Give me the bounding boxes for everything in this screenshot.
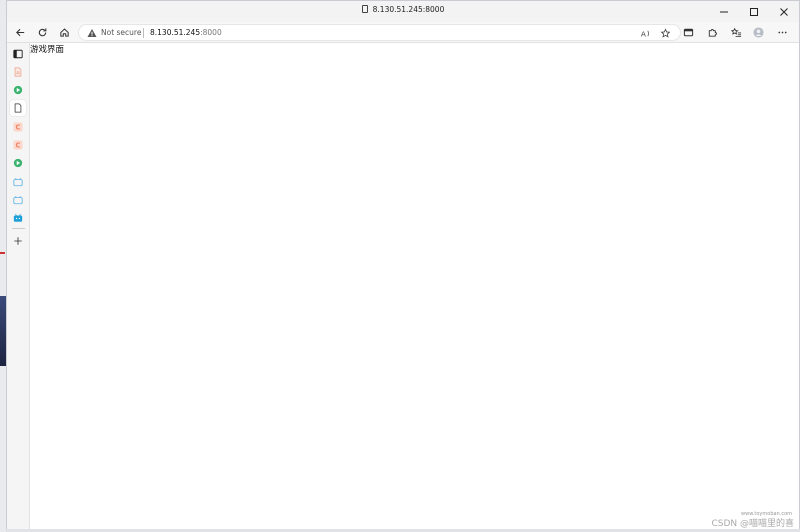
desktop-mark [0, 252, 5, 254]
add-favorite-icon [660, 27, 670, 38]
window-title: 8.130.51.245:8000 [7, 5, 799, 14]
minimize-icon [720, 11, 728, 12]
sidebar-tab-bilibili-3[interactable] [12, 212, 24, 224]
sidebar-tab-csdn-2[interactable]: C [12, 139, 24, 151]
split-screen-icon [683, 28, 693, 36]
page-content: 游戏界面 [30, 43, 799, 529]
svg-text:C: C [16, 124, 21, 132]
sidebar-tab-green-2[interactable] [12, 157, 24, 169]
bilibili-icon [13, 213, 23, 222]
close-button[interactable] [769, 1, 799, 22]
favorites-button[interactable] [727, 24, 745, 40]
page-icon [14, 103, 22, 113]
more-dots-icon [777, 31, 787, 33]
vertical-tabs-sidebar: C C [7, 43, 30, 529]
sidebar-tab-csdn-1[interactable]: C [12, 121, 24, 133]
title-bar: 8.130.51.245:8000 [7, 1, 799, 22]
minimize-button[interactable] [709, 1, 739, 22]
url-port: :8000 [200, 28, 222, 37]
game-interface-text: 游戏界面 [30, 45, 65, 55]
svg-text:A: A [640, 29, 645, 38]
address-bar[interactable]: Not secure 8.130.51.245:8000 A [78, 24, 681, 41]
not-secure-warning-icon [87, 29, 97, 37]
csdn-watermark: CSDN @喵喵里的喜 [711, 519, 794, 529]
bilibili-icon [13, 177, 23, 187]
add-icon [14, 237, 22, 245]
green-circle-icon [13, 85, 23, 95]
svg-text:C: C [16, 142, 21, 150]
back-arrow-icon [15, 28, 24, 36]
new-tab-button[interactable] [12, 235, 24, 247]
sidebar-tab-bilibili-1[interactable] [12, 176, 24, 188]
csdn-c-icon: C [13, 122, 23, 132]
maximize-button[interactable] [739, 1, 769, 22]
url-host: 8.130.51.245 [150, 28, 201, 37]
back-button[interactable] [11, 24, 29, 40]
bilibili-icon [13, 195, 23, 205]
refresh-icon [38, 27, 46, 36]
profile-button[interactable] [749, 24, 767, 40]
home-icon [59, 27, 69, 37]
refresh-button[interactable] [33, 24, 51, 40]
maximize-icon [750, 7, 758, 16]
address-separator [143, 28, 144, 38]
pdf-doc-icon [14, 67, 22, 77]
tab-actions-button[interactable] [12, 48, 24, 60]
window-controls [709, 1, 799, 22]
split-screen-button[interactable] [679, 24, 697, 40]
browser-toolbar: Not secure 8.130.51.245:8000 A [7, 22, 799, 43]
read-aloud-button[interactable]: A [639, 27, 651, 39]
sidebar-tab-green[interactable] [12, 84, 24, 96]
security-label[interactable]: Not secure [101, 28, 141, 37]
sidebar-tab-bilibili-2[interactable] [12, 194, 24, 206]
puzzle-icon [708, 28, 717, 37]
avatar-icon [752, 26, 764, 38]
sidebar-divider [12, 228, 25, 229]
favorites-icon [730, 27, 741, 37]
url-text[interactable]: 8.130.51.245:8000 [150, 28, 222, 37]
green-circle-icon [13, 158, 23, 168]
window-title-text: 8.130.51.245:8000 [372, 5, 445, 14]
sidebar-tab-active[interactable] [10, 100, 26, 116]
read-aloud-icon: A [640, 29, 649, 38]
csdn-c-icon: C [13, 140, 23, 150]
page-icon [361, 5, 368, 13]
home-button[interactable] [55, 24, 73, 40]
extensions-button[interactable] [703, 24, 721, 40]
close-icon [780, 7, 788, 16]
sidebar-tab-pdf[interactable] [12, 66, 24, 78]
tab-actions-icon [13, 49, 23, 59]
add-favorite-button[interactable] [659, 27, 671, 39]
browser-window: 8.130.51.245:8000 Not secure 8.130.51.24… [6, 0, 800, 529]
settings-more-button[interactable] [773, 24, 791, 40]
